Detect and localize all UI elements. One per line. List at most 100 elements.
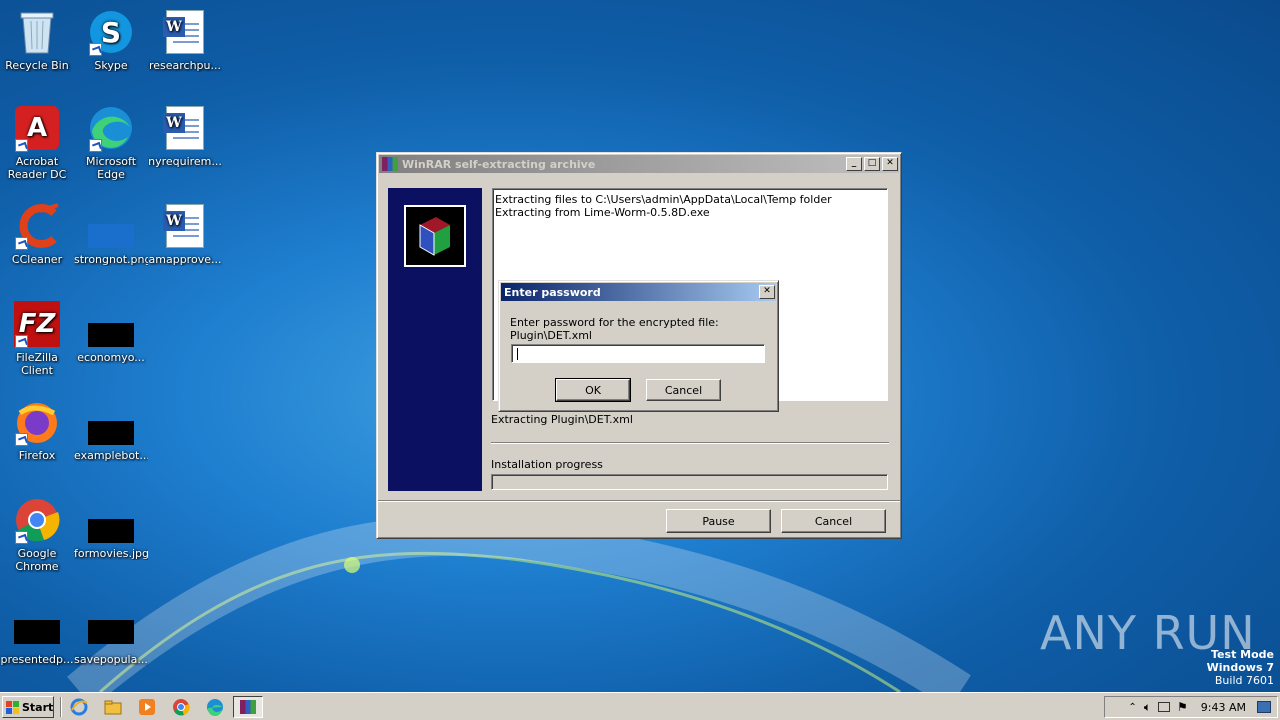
taskbar: Start ⌃ 🔈︎ ⚑ 9:43 AM: [0, 692, 1280, 720]
desktop-icon-chrome[interactable]: Google Chrome: [0, 496, 74, 586]
minimize-button[interactable]: _: [846, 157, 862, 171]
desktop-icon-label: researchpu...: [148, 59, 222, 72]
desktop-icon-firefox[interactable]: Firefox: [0, 398, 74, 488]
image-thumbnail-icon: [87, 300, 135, 348]
password-input[interactable]: [511, 344, 765, 363]
winrar-titlebar[interactable]: WinRAR self-extracting archive _ □ ✕: [379, 155, 899, 173]
desktop-icon-label: presentedp...: [0, 653, 74, 666]
desktop-icon-amapprove[interactable]: W amapprove...: [148, 202, 222, 292]
winrar-title: WinRAR self-extracting archive: [402, 157, 596, 171]
acrobat-icon: A: [13, 104, 61, 152]
edge-icon: [87, 104, 135, 152]
shortcut-arrow-icon: [89, 43, 102, 56]
desktop-icon-edge[interactable]: Microsoft Edge: [74, 104, 148, 194]
desktop-icon-strongnot[interactable]: strongnot.png: [74, 202, 148, 292]
image-thumbnail-icon: [87, 398, 135, 446]
media-player-icon[interactable]: [138, 698, 156, 716]
log-line: Extracting from Lime-Worm-0.5.8D.exe: [495, 206, 710, 219]
image-thumbnail-icon: [13, 602, 61, 650]
network-icon[interactable]: [1158, 702, 1171, 712]
taskbar-winrar-button[interactable]: [233, 696, 263, 718]
extract-status: Extracting Plugin\DET.xml: [491, 413, 633, 426]
divider: [491, 442, 889, 444]
maximize-button[interactable]: □: [864, 157, 880, 171]
desktop-icon-recycle-bin[interactable]: Recycle Bin: [0, 8, 74, 98]
start-button[interactable]: Start: [2, 696, 54, 718]
desktop-icon-label: examplebot...: [74, 449, 148, 462]
shortcut-arrow-icon: [89, 139, 102, 152]
desktop-icon-filezilla[interactable]: FZ FileZilla Client: [0, 300, 74, 390]
firefox-icon: [13, 398, 61, 446]
desktop-icon-label: Microsoft Edge: [85, 155, 137, 181]
desktop-icon-label: Firefox: [18, 449, 56, 462]
winrar-sidebar: [388, 188, 482, 491]
windows-version-text: Windows 7: [1206, 661, 1274, 674]
image-thumbnail-icon: [87, 602, 135, 650]
desktop-icon-ccleaner[interactable]: CCleaner: [0, 202, 74, 292]
clock[interactable]: 9:43 AM: [1201, 701, 1246, 714]
start-label: Start: [22, 700, 54, 714]
desktop-icon-savepopula[interactable]: savepopula...: [74, 602, 148, 692]
windows-logo-icon: [6, 700, 19, 714]
chrome-icon: [13, 496, 61, 544]
encrypted-file-name: Plugin\DET.xml: [510, 329, 592, 342]
skype-icon: S: [87, 8, 135, 56]
password-dialog-title: Enter password: [504, 285, 601, 299]
build-text: Build 7601: [1214, 674, 1274, 687]
show-desktop-icon[interactable]: [1257, 701, 1271, 713]
desktop-icon-label: amapprove...: [148, 253, 222, 266]
word-document-icon: W: [161, 104, 209, 152]
winrar-app-icon: [382, 157, 398, 171]
shortcut-arrow-icon: [15, 433, 28, 446]
password-dialog-titlebar[interactable]: Enter password ✕: [501, 283, 776, 301]
close-button[interactable]: ✕: [882, 157, 898, 171]
action-center-flag-icon[interactable]: ⚑: [1177, 700, 1188, 714]
show-hidden-icons-icon[interactable]: ⌃: [1128, 702, 1136, 713]
word-document-icon: W: [161, 8, 209, 56]
volume-icon[interactable]: 🔈︎: [1144, 700, 1151, 715]
chrome-taskbar-icon[interactable]: [172, 698, 190, 716]
cancel-button[interactable]: Cancel: [646, 379, 721, 401]
winrar-logo-icon: [404, 205, 466, 267]
desktop-icon-label: savepopula...: [74, 653, 148, 666]
prompt-text: Enter password for the encrypted file:: [510, 316, 719, 329]
desktop-icon-skype[interactable]: S Skype: [74, 8, 148, 98]
desktop-icon-label: FileZilla Client: [16, 351, 58, 377]
log-line: Extracting files to C:\Users\admin\AppDa…: [495, 193, 832, 206]
image-file-icon: [87, 202, 135, 250]
ie-icon[interactable]: [70, 698, 88, 716]
text-cursor: [517, 348, 518, 360]
ccleaner-icon: [13, 202, 61, 250]
cancel-button[interactable]: Cancel: [781, 509, 886, 533]
quick-launch-divider: [60, 697, 62, 717]
desktop-icon-nyrequirem[interactable]: W nyrequirem...: [148, 104, 222, 194]
desktop-icon-presentedp[interactable]: presentedp...: [0, 602, 74, 692]
shortcut-arrow-icon: [15, 335, 28, 348]
password-prompt: Enter password for the encrypted file: P…: [510, 316, 719, 342]
desktop-icon-economyo[interactable]: economyo...: [74, 300, 148, 390]
test-mode-text: Test Mode: [1211, 648, 1274, 661]
edge-taskbar-icon[interactable]: [206, 698, 224, 717]
desktop-icon-label: formovies.jpg: [74, 547, 148, 560]
recycle-bin-icon: [13, 8, 61, 56]
image-thumbnail-icon: [87, 496, 135, 544]
desktop-icon-label: Google Chrome: [15, 547, 59, 573]
ok-button[interactable]: OK: [555, 378, 631, 402]
desktop-icon-researchpu[interactable]: W researchpu...: [148, 8, 222, 98]
winrar-taskbar-icon: [240, 700, 256, 714]
desktop-icon-formovies[interactable]: formovies.jpg: [74, 496, 148, 586]
system-tray: ⌃ 🔈︎ ⚑ 9:43 AM: [1104, 696, 1278, 718]
progress-label: Installation progress: [491, 458, 603, 471]
desktop-icon-label: CCleaner: [11, 253, 63, 266]
shortcut-arrow-icon: [15, 139, 28, 152]
desktop-icon-examplebot[interactable]: examplebot...: [74, 398, 148, 488]
explorer-folder-icon[interactable]: [104, 698, 122, 716]
test-mode-watermark: Test Mode Windows 7 Build 7601: [1207, 648, 1274, 687]
desktop-icon-label: strongnot.png: [74, 253, 148, 266]
desktop-icon-label: Acrobat Reader DC: [7, 155, 67, 181]
desktop-icon-label: economyo...: [77, 351, 145, 364]
desktop-icon-acrobat[interactable]: A Acrobat Reader DC: [0, 104, 74, 194]
desktop-icon-label: Recycle Bin: [5, 59, 69, 72]
pause-button[interactable]: Pause: [666, 509, 771, 533]
close-button[interactable]: ✕: [759, 285, 775, 299]
